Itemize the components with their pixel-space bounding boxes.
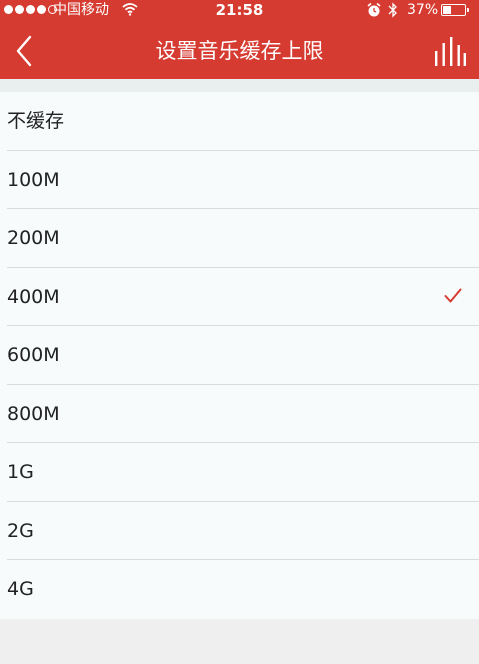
option-label: 1G: [7, 461, 34, 483]
option-label: 200M: [7, 227, 60, 249]
option-label: 不缓存: [7, 110, 65, 132]
alarm-icon: [367, 2, 381, 17]
option-600m[interactable]: 600M: [7, 326, 479, 385]
option-200m[interactable]: 200M: [7, 209, 479, 268]
option-1g[interactable]: 1G: [7, 443, 479, 502]
option-400m[interactable]: 400M: [7, 268, 479, 326]
option-label: 2G: [7, 519, 34, 542]
header-divider: [0, 79, 479, 92]
option-2g[interactable]: 2G: [7, 502, 479, 560]
option-no-cache[interactable]: 不缓存: [7, 92, 479, 151]
option-label: 800M: [7, 402, 60, 425]
equalizer-icon[interactable]: [434, 37, 466, 67]
option-label: 100M: [7, 168, 60, 191]
screen: 中国移动 21:58 37% 设置音乐缓存上限 不缓存 100M 200M 40…: [0, 0, 479, 664]
option-4g[interactable]: 4G: [7, 560, 479, 619]
cache-limit-list: 不缓存 100M 200M 400M 600M 800M 1G 2G 4G: [0, 92, 479, 619]
header: 中国移动 21:58 37% 设置音乐缓存上限: [0, 0, 479, 79]
option-label: 400M: [7, 285, 60, 308]
option-100m[interactable]: 100M: [7, 151, 479, 209]
option-label: 600M: [7, 344, 60, 366]
option-800m[interactable]: 800M: [7, 385, 479, 443]
bluetooth-icon: [388, 2, 397, 18]
page-title: 设置音乐缓存上限: [155, 39, 324, 63]
checkmark-icon: [444, 288, 462, 302]
status-bar: 中国移动 21:58 37%: [0, 0, 479, 20]
battery-percent: 37%: [407, 2, 439, 18]
option-label: 4G: [7, 578, 34, 600]
battery-icon: [441, 4, 471, 16]
